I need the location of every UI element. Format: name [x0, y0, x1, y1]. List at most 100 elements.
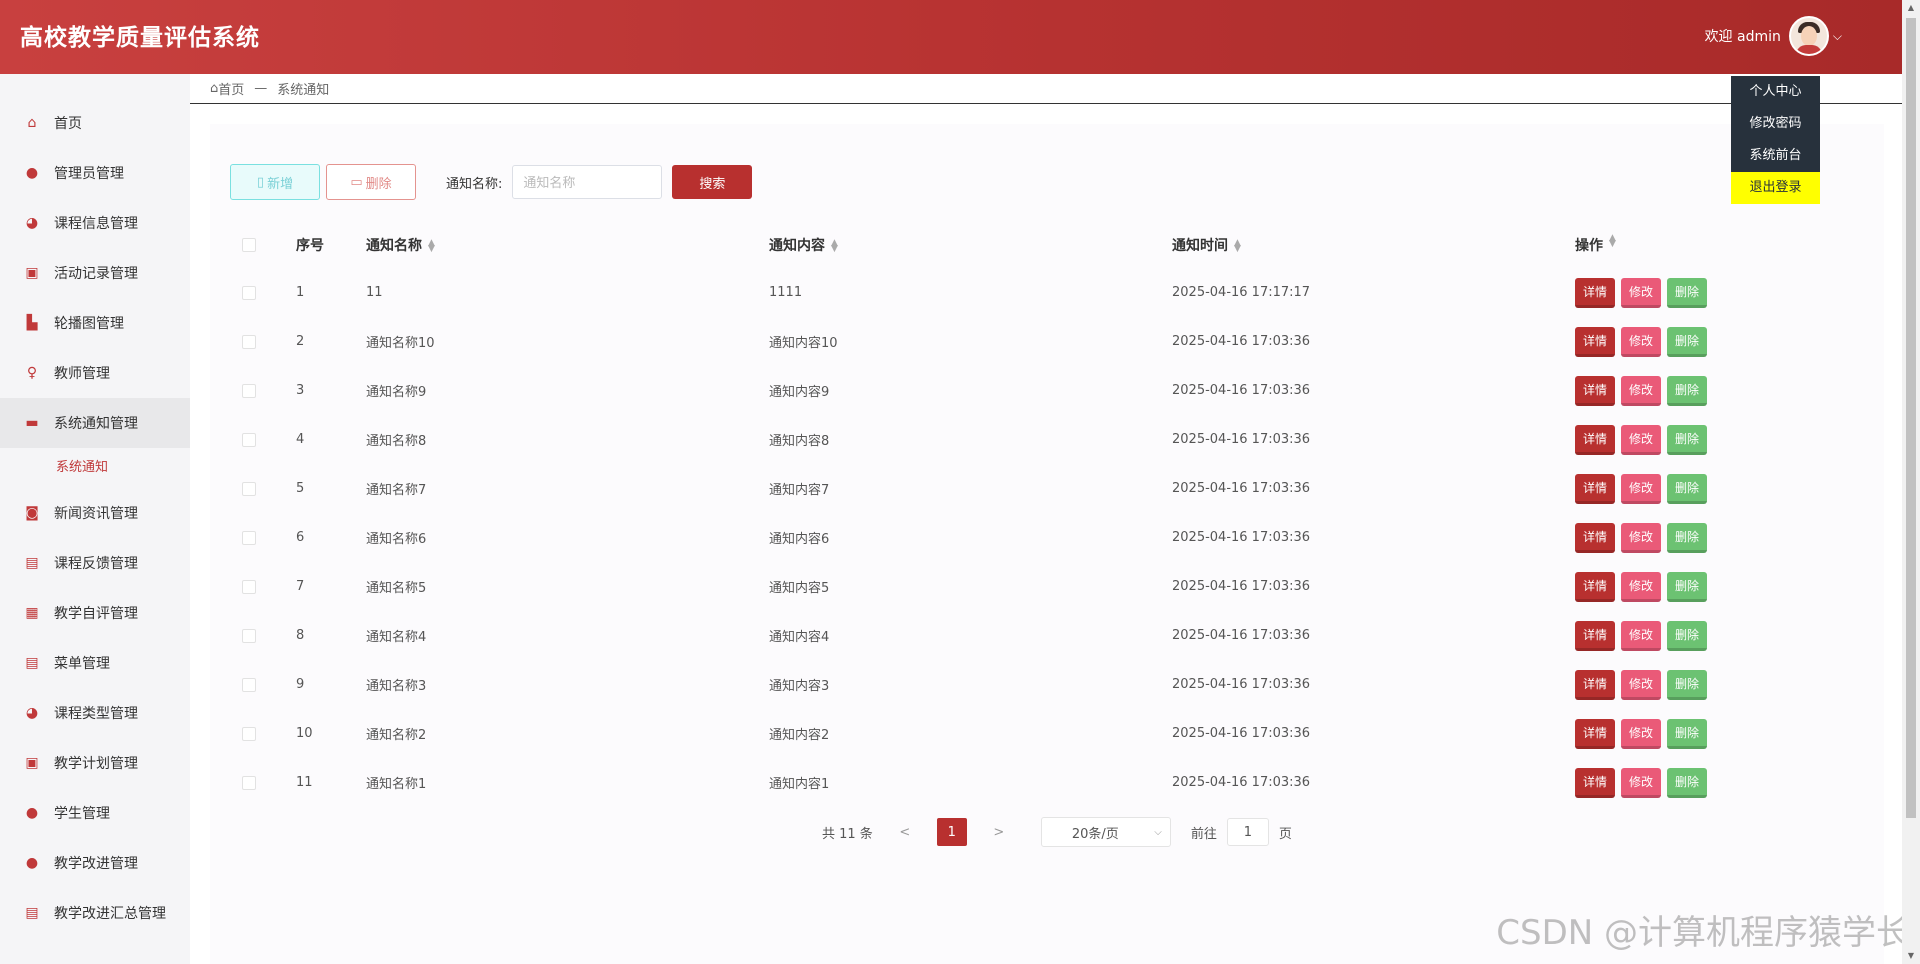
delete-button[interactable]: 删除	[1667, 767, 1707, 798]
sidebar-item[interactable]: ● 学生管理	[0, 788, 190, 838]
sort-icon[interactable]: ▲ ▼	[428, 239, 435, 254]
delete-button[interactable]: 删除	[1667, 375, 1707, 406]
row-checkbox[interactable]	[242, 481, 256, 496]
row-checkbox[interactable]	[242, 432, 256, 447]
sidebar-item[interactable]: ⌂ 首页	[0, 98, 190, 148]
edit-button[interactable]: 修改	[1621, 424, 1661, 455]
detail-button[interactable]: 详情	[1575, 669, 1615, 700]
header-time[interactable]: 通知时间 ▲ ▼	[1172, 235, 1575, 255]
sidebar-item[interactable]: ▤ 教学改进汇总管理	[0, 888, 190, 938]
edit-button[interactable]: 修改	[1621, 767, 1661, 798]
user-area[interactable]: 欢迎 admin ⌵	[1705, 16, 1842, 56]
row-checkbox[interactable]	[242, 726, 256, 741]
user-menu-item[interactable]: 修改密码	[1731, 108, 1820, 140]
sidebar-item[interactable]: ▙ 轮播图管理	[0, 298, 190, 348]
edit-button[interactable]: 修改	[1621, 326, 1661, 357]
scroll-down-arrow[interactable]: ▼	[1902, 948, 1920, 964]
row-checkbox[interactable]	[242, 579, 256, 594]
delete-button[interactable]: 删除	[1667, 620, 1707, 651]
sidebar-item[interactable]: ♀ 教师管理	[0, 348, 190, 398]
sort-icon[interactable]: ▲ ▼	[1234, 239, 1241, 254]
search-input[interactable]	[512, 165, 663, 199]
scroll-up-arrow[interactable]: ▲	[1902, 0, 1920, 16]
cell-index: 5	[296, 481, 305, 496]
sidebar-item[interactable]: ● 教学改进管理	[0, 838, 190, 888]
row-checkbox[interactable]	[242, 775, 256, 790]
sidebar-item[interactable]: ◕ 课程信息管理	[0, 198, 190, 248]
sidebar-subitem-notice[interactable]: 系统通知	[0, 448, 190, 488]
detail-button[interactable]: 详情	[1575, 718, 1615, 749]
detail-button[interactable]: 详情	[1575, 375, 1615, 406]
delete-button[interactable]: 删除	[1667, 522, 1707, 553]
delete-button[interactable]: 删除	[1667, 424, 1707, 455]
goto-page-input[interactable]: 1	[1226, 818, 1269, 846]
sidebar-item[interactable]: ● 管理员管理	[0, 148, 190, 198]
chevron-down-icon[interactable]: ⌵	[1833, 29, 1842, 44]
sidebar-item[interactable]: ▤ 课程反馈管理	[0, 538, 190, 588]
row-checkbox[interactable]	[242, 628, 256, 643]
header-ops[interactable]: 操作 ▲ ▼	[1575, 234, 1865, 255]
header-content[interactable]: 通知内容 ▲ ▼	[769, 235, 1172, 255]
detail-button[interactable]: 详情	[1575, 277, 1615, 308]
sidebar-item[interactable]: ◙ 新闻资讯管理	[0, 488, 190, 538]
delete-button[interactable]: 删除	[1667, 669, 1707, 700]
edit-button[interactable]: 修改	[1621, 522, 1661, 553]
sidebar-item[interactable]: ▤ 菜单管理	[0, 638, 190, 688]
detail-button[interactable]: 详情	[1575, 522, 1615, 553]
cell-time: 2025-04-16 17:03:36	[1172, 334, 1311, 349]
user-menu-item[interactable]: 系统前台	[1731, 140, 1820, 172]
batch-delete-button[interactable]: ▭ 删除	[326, 164, 416, 200]
goto-label: 前往	[1190, 826, 1217, 842]
scroll-thumb[interactable]	[1906, 18, 1916, 818]
delete-button[interactable]: 删除	[1667, 718, 1707, 749]
sidebar-item[interactable]: ▬ 系统通知管理	[0, 398, 190, 448]
page-size-select[interactable]: 20条/页 ⌵	[1040, 817, 1171, 847]
add-button[interactable]: ▯ 新增	[230, 164, 320, 200]
table-row: 3 通知名称9 通知内容9 2025-04-16 17:03:36 详情 修改 删除	[230, 366, 1865, 415]
user-menu-item[interactable]: 个人中心	[1731, 76, 1820, 108]
detail-button[interactable]: 详情	[1575, 620, 1615, 651]
avatar[interactable]	[1788, 16, 1829, 56]
detail-button[interactable]: 详情	[1575, 473, 1615, 504]
page-scrollbar[interactable]: ▲ ▼	[1902, 0, 1920, 964]
page-1-button[interactable]: 1	[936, 818, 967, 846]
detail-button[interactable]: 详情	[1575, 424, 1615, 455]
cell-index: 2	[296, 334, 305, 349]
edit-button[interactable]: 修改	[1621, 669, 1661, 700]
delete-button[interactable]: 删除	[1667, 277, 1707, 308]
user-menu-item[interactable]: 退出登录	[1731, 172, 1820, 204]
breadcrumb-home[interactable]: 首页	[218, 79, 244, 98]
sidebar-item[interactable]: ◕ 课程类型管理	[0, 688, 190, 738]
cell-name: 通知名称6	[366, 532, 427, 547]
header-name[interactable]: 通知名称 ▲ ▼	[366, 235, 769, 255]
edit-button[interactable]: 修改	[1621, 277, 1661, 308]
search-button[interactable]: 搜索	[672, 165, 753, 199]
detail-button[interactable]: 详情	[1575, 571, 1615, 602]
edit-button[interactable]: 修改	[1621, 571, 1661, 602]
delete-button[interactable]: 删除	[1667, 326, 1707, 357]
sidebar-item[interactable]: ▣ 活动记录管理	[0, 248, 190, 298]
sidebar-item[interactable]: ▦ 教学自评管理	[0, 588, 190, 638]
delete-button[interactable]: 删除	[1667, 571, 1707, 602]
detail-button[interactable]: 详情	[1575, 326, 1615, 357]
sort-icon[interactable]: ▲ ▼	[831, 239, 838, 254]
select-all-checkbox[interactable]	[242, 238, 256, 252]
row-checkbox[interactable]	[242, 530, 256, 545]
edit-button[interactable]: 修改	[1621, 620, 1661, 651]
edit-button[interactable]: 修改	[1621, 473, 1661, 504]
cell-content: 通知内容8	[769, 434, 830, 449]
row-checkbox[interactable]	[242, 383, 256, 398]
row-checkbox[interactable]	[242, 334, 256, 349]
sidebar-item[interactable]: ▣ 教学计划管理	[0, 738, 190, 788]
detail-button[interactable]: 详情	[1575, 767, 1615, 798]
row-checkbox[interactable]	[242, 677, 256, 692]
table-row: 10 通知名称2 通知内容2 2025-04-16 17:03:36 详情 修改 删除	[230, 709, 1865, 758]
sort-icon[interactable]: ▲ ▼	[1609, 234, 1616, 255]
edit-button[interactable]: 修改	[1621, 375, 1661, 406]
edit-button[interactable]: 修改	[1621, 718, 1661, 749]
row-checkbox[interactable]	[242, 285, 256, 300]
delete-button[interactable]: 删除	[1667, 473, 1707, 504]
prev-page-button[interactable]: <	[893, 825, 917, 840]
home-icon[interactable]: ⌂	[210, 81, 218, 96]
next-page-button[interactable]: >	[987, 825, 1011, 840]
